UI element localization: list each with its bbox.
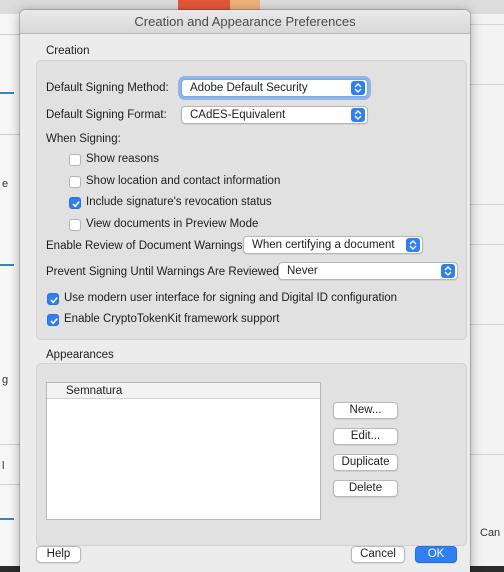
show-reasons-label: Show reasons: [86, 153, 159, 165]
background-blue-marker: [0, 518, 14, 520]
signing-method-value: Adobe Default Security: [190, 82, 308, 94]
checkmark-icon: [50, 318, 58, 325]
revocation-status-checkbox[interactable]: [69, 197, 81, 209]
background-divider: [470, 324, 504, 325]
preferences-dialog: Creation and Appearance Preferences Crea…: [20, 10, 470, 572]
help-button[interactable]: Help: [36, 546, 81, 563]
background-divider: [0, 444, 20, 445]
chevron-updown-icon: [406, 238, 420, 252]
list-item[interactable]: Semnatura: [47, 383, 320, 399]
review-warnings-label: Enable Review of Document Warnings:: [46, 240, 246, 252]
signing-format-select[interactable]: CAdES-Equivalent: [181, 106, 368, 124]
background-right-pane: Can: [470, 14, 504, 572]
show-location-label: Show location and contact information: [86, 175, 281, 187]
creation-section-label: Creation: [46, 45, 90, 57]
background-text-fragment: l: [2, 460, 5, 472]
preview-mode-checkbox[interactable]: [69, 219, 81, 231]
signing-method-select[interactable]: Adobe Default Security: [181, 79, 368, 97]
background-divider: [0, 134, 20, 135]
background-divider: [470, 204, 504, 205]
cryptotokenkit-checkbox[interactable]: [47, 314, 59, 326]
background-divider: [470, 24, 504, 25]
prevent-signing-select[interactable]: Never: [278, 262, 458, 280]
prevent-signing-value: Never: [287, 265, 318, 277]
background-divider: [0, 484, 20, 485]
prevent-signing-label: Prevent Signing Until Warnings Are Revie…: [46, 266, 283, 278]
signing-format-value: CAdES-Equivalent: [190, 109, 286, 121]
modern-ui-label: Use modern user interface for signing an…: [64, 292, 398, 304]
background-divider: [470, 84, 504, 85]
background-text-fragment: g: [2, 374, 9, 386]
edit-button[interactable]: Edit...: [333, 428, 398, 445]
background-blue-marker: [0, 92, 14, 94]
background-text-fragment: Can: [480, 527, 501, 539]
checkmark-icon: [50, 297, 58, 304]
checkmark-icon: [72, 201, 80, 208]
background-blue-marker: [0, 264, 14, 266]
background-divider: [0, 34, 20, 35]
signing-method-label: Default Signing Method:: [46, 82, 169, 94]
appearances-list[interactable]: Semnatura: [46, 382, 321, 520]
new-button[interactable]: New...: [333, 402, 398, 419]
duplicate-button[interactable]: Duplicate: [333, 454, 398, 471]
review-warnings-select[interactable]: When certifying a document: [243, 236, 423, 254]
dialog-title: Creation and Appearance Preferences: [20, 10, 470, 34]
cryptotokenkit-label: Enable CryptoTokenKit framework support: [64, 313, 280, 325]
revocation-status-label: Include signature's revocation status: [86, 196, 272, 208]
background-divider: [470, 244, 504, 245]
show-location-checkbox[interactable]: [69, 176, 81, 188]
chevron-updown-icon: [351, 108, 365, 122]
background-divider: [470, 454, 504, 455]
chevron-updown-icon: [441, 264, 455, 278]
when-signing-label: When Signing:: [46, 133, 121, 145]
preview-mode-label: View documents in Preview Mode: [86, 218, 259, 230]
show-reasons-checkbox[interactable]: [69, 154, 81, 166]
background-text-fragment: e: [2, 178, 9, 190]
review-warnings-value: When certifying a document: [252, 239, 395, 251]
modern-ui-checkbox[interactable]: [47, 293, 59, 305]
background-left-pane: e g l: [0, 14, 20, 572]
signing-format-label: Default Signing Format:: [46, 109, 167, 121]
appearances-section-label: Appearances: [46, 349, 114, 361]
chevron-updown-icon: [351, 81, 365, 95]
ok-button[interactable]: OK: [415, 546, 457, 563]
cancel-button[interactable]: Cancel: [351, 546, 405, 563]
delete-button[interactable]: Delete: [333, 480, 398, 497]
